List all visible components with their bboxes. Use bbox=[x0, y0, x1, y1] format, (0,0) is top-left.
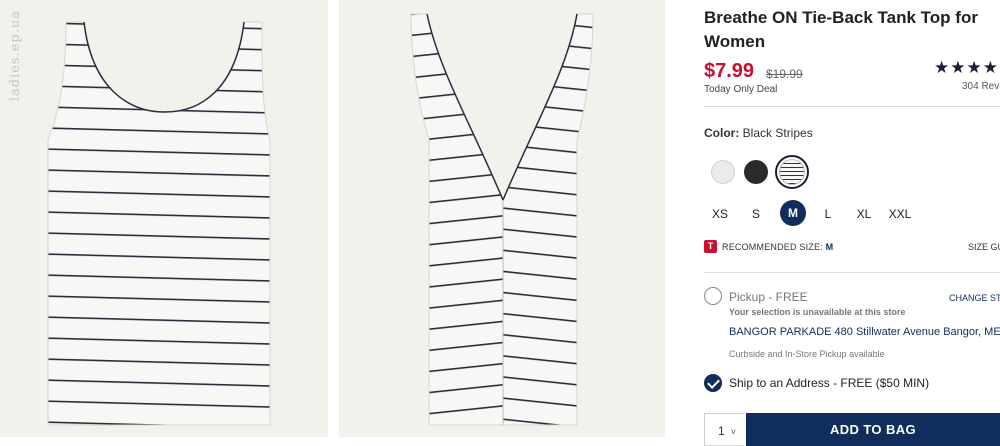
sale-price: $7.99 bbox=[704, 60, 755, 82]
quantity-select[interactable]: 1 ˅ bbox=[704, 413, 744, 446]
tank-back-illustration bbox=[410, 13, 594, 426]
original-price: $19.99 bbox=[766, 67, 803, 81]
curbside-note: Curbside and In-Store Pickup available bbox=[729, 349, 885, 359]
reviews-link[interactable]: 304 Reviews bbox=[962, 81, 1000, 92]
recommended-size-value: M bbox=[825, 242, 834, 252]
change-store-link[interactable]: CHANGE STORE bbox=[949, 293, 1000, 303]
recommended-size-label: RECOMMENDED SIZE: bbox=[722, 242, 823, 252]
size-m[interactable]: M bbox=[780, 200, 806, 226]
ship-radio[interactable] bbox=[704, 374, 722, 392]
divider bbox=[704, 106, 1000, 107]
chevron-down-icon: ˅ bbox=[730, 427, 736, 437]
pickup-label: Pickup - FREE bbox=[729, 290, 808, 304]
recommended-size-icon: T bbox=[704, 240, 717, 253]
watermark: ladies.ep.ua bbox=[8, 10, 23, 102]
size-guide-link[interactable]: SIZE GUIDE bbox=[968, 242, 1000, 252]
product-details: Breathe ON Tie-Back Tank Top for Women $… bbox=[704, 0, 1000, 446]
divider bbox=[704, 272, 1000, 273]
deal-label: Today Only Deal bbox=[704, 84, 778, 95]
rating-stars-icon[interactable]: ★★★★★ bbox=[934, 58, 1000, 78]
add-to-bag-button[interactable]: ADD TO BAG bbox=[746, 413, 1000, 446]
swatch-black-stripes[interactable] bbox=[779, 159, 805, 185]
size-xl[interactable]: XL bbox=[850, 207, 878, 221]
size-s[interactable]: S bbox=[742, 207, 770, 221]
quantity-value: 1 bbox=[718, 424, 725, 438]
pickup-radio[interactable] bbox=[704, 287, 722, 305]
selected-color: Black Stripes bbox=[742, 126, 813, 140]
product-image-front[interactable]: ladies.ep.ua bbox=[0, 0, 328, 437]
size-l[interactable]: L bbox=[814, 207, 842, 221]
product-title: Breathe ON Tie-Back Tank Top for Women bbox=[704, 8, 978, 51]
ship-label: Ship to an Address - FREE ($50 MIN) bbox=[729, 376, 930, 390]
swatch-white[interactable] bbox=[711, 160, 735, 184]
size-xs[interactable]: XS bbox=[706, 207, 734, 221]
unavailable-notice: Your selection is unavailable at this st… bbox=[729, 307, 906, 317]
product-image-back[interactable] bbox=[339, 0, 665, 437]
store-address-link[interactable]: BANGOR PARKADE 480 Stillwater Avenue Ban… bbox=[729, 326, 1000, 338]
color-label: Color: bbox=[704, 126, 740, 140]
color-selection: Color: Black Stripes bbox=[704, 126, 813, 140]
recommended-size: RECOMMENDED SIZE: M bbox=[722, 242, 833, 252]
size-xxl[interactable]: XXL bbox=[886, 207, 914, 221]
swatch-black[interactable] bbox=[744, 160, 768, 184]
tank-front-illustration bbox=[47, 21, 271, 426]
